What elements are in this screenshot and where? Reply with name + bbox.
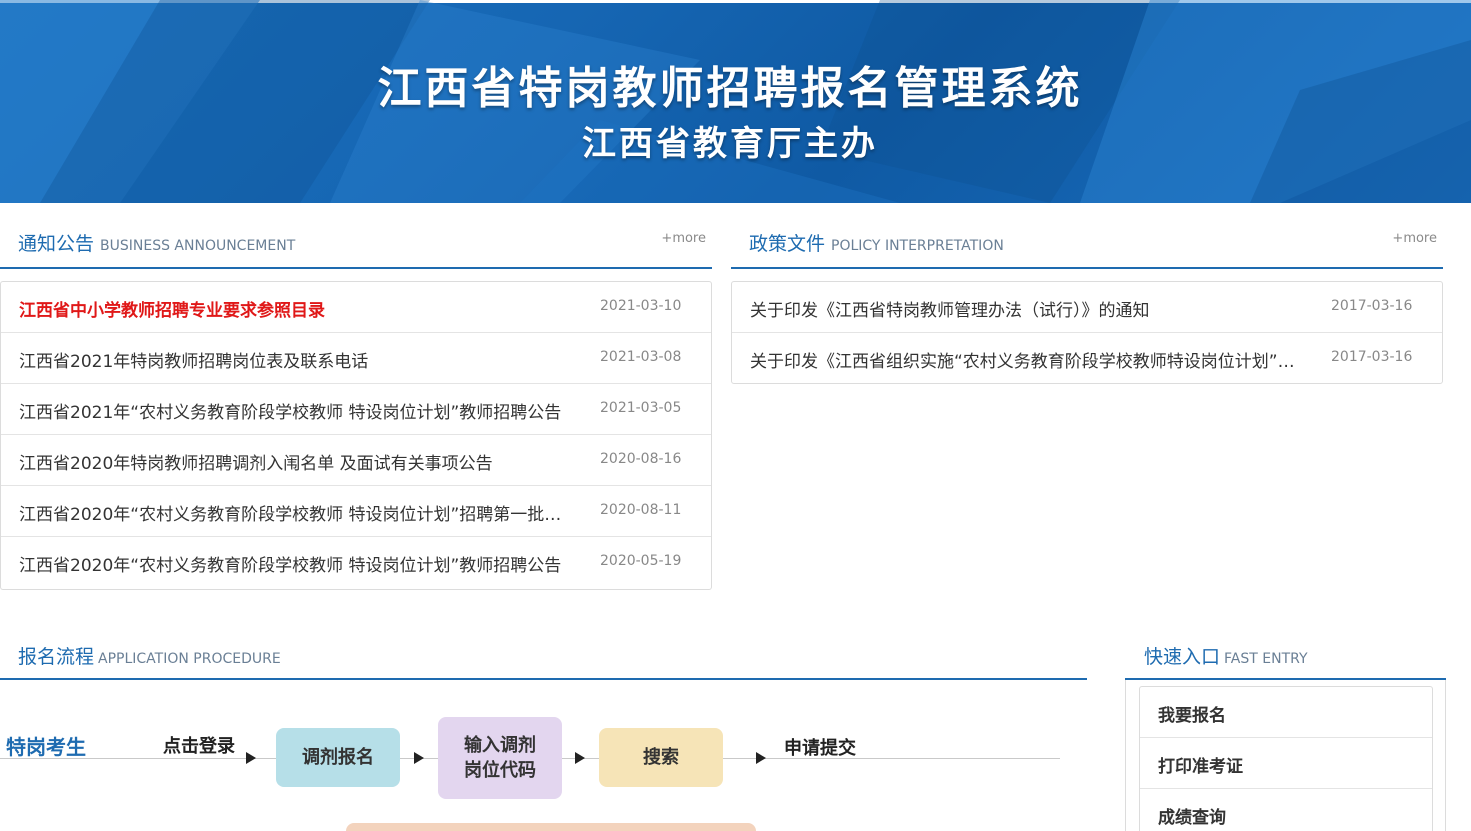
flow-role-label: 特岗考生: [6, 735, 86, 759]
flow-step-code-box[interactable]: 输入调剂 岗位代码: [438, 717, 562, 799]
fast-entry-label: 打印准考证: [1158, 757, 1243, 777]
list-item[interactable]: 江西省2020年“农村义务教育阶段学校教师 特设岗位计划”教师招聘公告 2020…: [1, 537, 711, 588]
arrow-right-icon: [575, 752, 585, 764]
announcement-header: 通知公告 BUSINESS ANNOUNCEMENT +more: [0, 203, 712, 269]
arrow-right-icon: [414, 752, 424, 764]
procedure-header: 报名流程 APPLICATION PROCEDURE: [0, 612, 1087, 680]
flow-step-login: 点击登录: [163, 736, 235, 757]
list-item[interactable]: 江西省中小学教师招聘专业要求参照目录 2021-03-10: [1, 282, 711, 333]
list-item[interactable]: 江西省2021年特岗教师招聘岗位表及联系电话 2021-03-08: [1, 333, 711, 384]
list-item-title[interactable]: 江西省2021年特岗教师招聘岗位表及联系电话: [19, 347, 579, 372]
fast-entry-register[interactable]: 我要报名: [1140, 687, 1432, 738]
list-item-date: 2021-03-10: [600, 298, 682, 314]
fast-entry-title-en: FAST ENTRY: [1224, 651, 1308, 667]
policy-more-link[interactable]: +more: [1392, 231, 1437, 246]
list-item-date: 2020-05-19: [600, 553, 682, 569]
list-item-title[interactable]: 关于印发《江西省组织实施“农村义务教育阶段学校教师特设岗位计划”…: [750, 347, 1310, 372]
list-item-title[interactable]: 江西省2020年“农村义务教育阶段学校教师 特设岗位计划”教师招聘公告: [19, 551, 579, 576]
flow-step-transfer-box[interactable]: 调剂报名: [276, 728, 400, 787]
procedure-title: 报名流程 APPLICATION PROCEDURE: [18, 642, 281, 669]
arrow-right-icon: [756, 752, 766, 764]
flow-step-code-line2: 岗位代码: [464, 760, 536, 781]
announcement-list: 江西省中小学教师招聘专业要求参照目录 2021-03-10 江西省2021年特岗…: [0, 281, 712, 590]
site-subtitle: 江西省教育厅主办: [582, 124, 878, 164]
header-banner: 江西省特岗教师招聘报名管理系统 江西省教育厅主办: [0, 0, 1471, 203]
list-item-date: 2021-03-05: [600, 400, 682, 416]
flow-step-code-line1: 输入调剂: [464, 735, 536, 756]
list-item-title[interactable]: 江西省2020年“农村义务教育阶段学校教师 特设岗位计划”招聘第一批…: [19, 500, 579, 525]
fast-entry-label: 成绩查询: [1158, 808, 1226, 828]
list-item[interactable]: 关于印发《江西省组织实施“农村义务教育阶段学校教师特设岗位计划”… 2017-0…: [732, 333, 1442, 384]
flow-step-search-box[interactable]: 搜索: [599, 728, 723, 787]
list-item-date: 2020-08-11: [600, 502, 682, 518]
procedure-title-cn: 报名流程: [18, 646, 95, 668]
announcement-title-en: BUSINESS ANNOUNCEMENT: [100, 238, 296, 254]
fast-entry-label: 我要报名: [1158, 706, 1226, 726]
fast-entry-title: 快速入口 FAST ENTRY: [1144, 642, 1308, 669]
fast-entry-print-ticket[interactable]: 打印准考证: [1140, 738, 1432, 789]
flow-step-submit: 申请提交: [784, 738, 856, 759]
fast-entry-header: 快速入口 FAST ENTRY: [1125, 612, 1446, 680]
flow-next-step-box: [346, 823, 756, 831]
fast-entry-list: 我要报名 打印准考证 成绩查询: [1139, 686, 1433, 831]
announcement-title-cn: 通知公告: [18, 233, 95, 255]
fast-entry-panel: 我要报名 打印准考证 成绩查询: [1125, 680, 1446, 831]
policy-title: 政策文件 POLICY INTERPRETATION: [749, 229, 1004, 256]
site-title: 江西省特岗教师招聘报名管理系统: [377, 63, 1083, 114]
list-item-title[interactable]: 江西省中小学教师招聘专业要求参照目录: [19, 296, 579, 321]
policy-title-en: POLICY INTERPRETATION: [831, 238, 1004, 254]
announcement-more-link[interactable]: +more: [661, 231, 706, 246]
policy-header: 政策文件 POLICY INTERPRETATION +more: [731, 203, 1443, 269]
arrow-right-icon: [246, 752, 256, 764]
list-item-date: 2017-03-16: [1331, 349, 1413, 365]
fast-entry-title-cn: 快速入口: [1144, 646, 1221, 668]
list-item-title[interactable]: 江西省2020年特岗教师招聘调剂入闱名单 及面试有关事项公告: [19, 449, 579, 474]
list-item-date: 2021-03-08: [600, 349, 682, 365]
list-item[interactable]: 江西省2020年“农村义务教育阶段学校教师 特设岗位计划”招聘第一批… 2020…: [1, 486, 711, 537]
policy-title-cn: 政策文件: [749, 233, 826, 255]
list-item-date: 2020-08-16: [600, 451, 682, 467]
list-item[interactable]: 关于印发《江西省特岗教师管理办法（试行）》的通知 2017-03-16: [732, 282, 1442, 333]
list-item-date: 2017-03-16: [1331, 298, 1413, 314]
list-item[interactable]: 江西省2020年特岗教师招聘调剂入闱名单 及面试有关事项公告 2020-08-1…: [1, 435, 711, 486]
list-item-title[interactable]: 关于印发《江西省特岗教师管理办法（试行）》的通知: [750, 296, 1310, 321]
policy-list: 关于印发《江西省特岗教师管理办法（试行）》的通知 2017-03-16 关于印发…: [731, 281, 1443, 384]
list-item-title[interactable]: 江西省2021年“农村义务教育阶段学校教师 特设岗位计划”教师招聘公告: [19, 398, 579, 423]
list-item[interactable]: 江西省2021年“农村义务教育阶段学校教师 特设岗位计划”教师招聘公告 2021…: [1, 384, 711, 435]
announcement-title: 通知公告 BUSINESS ANNOUNCEMENT: [18, 229, 295, 256]
procedure-title-en: APPLICATION PROCEDURE: [98, 651, 281, 667]
fast-entry-score-query[interactable]: 成绩查询: [1140, 789, 1432, 831]
